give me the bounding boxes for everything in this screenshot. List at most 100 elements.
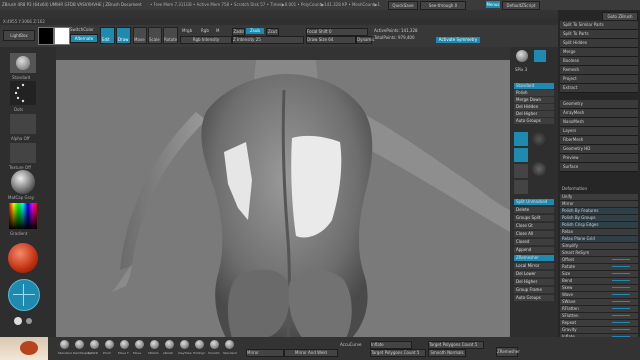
deformation-rflatten[interactable]: RFlatten [560, 306, 638, 313]
focal-shift-slider[interactable]: Focal Shift 0 [306, 28, 368, 36]
deformation-polish-by-features[interactable]: Polish By Features [560, 208, 638, 215]
mirror-button[interactable]: Mirror [246, 349, 284, 357]
z-intensity-slider[interactable]: Z Intensity 25 [232, 36, 304, 44]
draw-size-slider[interactable]: Draw Size 64 [306, 36, 356, 44]
tool-button-17[interactable]: Group Frame [514, 287, 554, 293]
brush-11[interactable]: Standard [223, 339, 237, 358]
deformation-repeat[interactable]: Repeat [560, 320, 638, 327]
move-button[interactable]: Move [133, 27, 147, 44]
target-count-slider[interactable]: Target Polygons Count 5 [370, 349, 426, 357]
alternate-button[interactable]: Alternate [70, 34, 98, 43]
tool-section-6[interactable]: Preview [560, 154, 638, 163]
tool-button-18[interactable]: Auto Groups [514, 295, 554, 301]
deformation-wave[interactable]: Wave [560, 292, 638, 299]
brush-4[interactable]: Move T [118, 339, 131, 358]
polymesh-thumb-icon[interactable] [534, 50, 546, 62]
brush-10[interactable]: Smooth [208, 339, 221, 358]
deformation-unify[interactable]: Unify [560, 194, 638, 201]
deformation-relax[interactable]: Relax [560, 229, 638, 236]
brush-5[interactable]: Move [133, 339, 146, 358]
brush-1[interactable]: DamDisplay [73, 339, 91, 358]
brush-6[interactable]: hPolish [148, 339, 161, 358]
material-sphere-icon[interactable] [11, 170, 35, 194]
tool-section-4[interactable]: FiberMesh [560, 136, 638, 145]
brush-9[interactable]: TrimDyn [193, 339, 206, 358]
subtool-op-0[interactable]: Merge [560, 48, 638, 57]
m-button[interactable]: M [216, 28, 219, 33]
menus-button[interactable]: Menus [486, 1, 500, 8]
tool-button-7[interactable]: Delete [514, 207, 554, 213]
tool-section-7[interactable]: Surface [560, 163, 638, 172]
main-color-swatch[interactable] [38, 27, 54, 45]
lsym-button[interactable] [514, 132, 528, 146]
tool-section-5[interactable]: Geometry HD [560, 145, 638, 154]
deformation-sflatten[interactable]: SFlatten [560, 313, 638, 320]
lightbox-button[interactable]: LightBox [3, 30, 35, 41]
viewport-canvas[interactable] [56, 60, 510, 339]
subtool-op-2[interactable]: Remesh [560, 66, 638, 75]
seethrough-slider[interactable]: See-through 0 [420, 1, 466, 10]
mirror-weld-button[interactable]: Mirror And Weld [284, 349, 338, 357]
default-script-button[interactable]: DefaultZScript [502, 1, 540, 10]
zremesher-button[interactable]: ZRemesher [496, 347, 520, 357]
tool-button-4[interactable]: Del Higher [514, 111, 554, 117]
activate-symmetry-button[interactable]: Activate Symmetry [436, 37, 480, 43]
red-material-sphere-icon[interactable] [8, 243, 38, 273]
tool-button-5[interactable]: Auto Groups [514, 118, 554, 124]
tool-button-3[interactable]: Del Hidden [514, 104, 554, 110]
deformation-polish-crisp-edges[interactable]: Polish Crisp Edges [560, 222, 638, 229]
brush-3[interactable]: Pinch [103, 339, 116, 358]
draw-button[interactable]: Draw [116, 27, 131, 44]
brush-2[interactable]: InflatD [88, 339, 101, 358]
deformation-offset[interactable]: Offset [560, 257, 638, 264]
brush-size-circle-icon[interactable] [8, 279, 40, 311]
tool-button-2[interactable]: Merge Down [514, 97, 554, 103]
deformation-polish-by-groups[interactable]: Polish By Groups [560, 215, 638, 222]
inflate-slider[interactable]: Inflate [370, 341, 412, 349]
tool-button-13[interactable]: ZRemesher [514, 255, 554, 261]
floor-button[interactable] [514, 164, 528, 178]
local-button[interactable] [514, 180, 528, 194]
tool-section-0[interactable]: Geometry [560, 100, 638, 109]
mesh-thumb-icon[interactable] [516, 50, 528, 62]
deformation-size[interactable]: Size [560, 271, 638, 278]
tool-button-14[interactable]: Local Mirror [514, 263, 554, 269]
tool-button-1[interactable]: Polish [514, 90, 554, 96]
goto-zbrush-button[interactable]: Goto ZBrush [602, 12, 638, 21]
deformation-simplify[interactable]: Simplify [560, 243, 638, 250]
brush-8[interactable]: ClayTube [178, 339, 192, 358]
brush-0[interactable]: Standard [58, 339, 72, 358]
tool-section-2[interactable]: NanoMesh [560, 118, 638, 127]
standard-brush-thumb[interactable] [10, 53, 36, 73]
subtool-op-4[interactable]: Extract [560, 84, 638, 93]
split-item-0[interactable]: Split To Similar Parts [560, 21, 638, 30]
brush-7[interactable]: sPolish [163, 339, 176, 358]
subtool-op-1[interactable]: Boolean [560, 57, 638, 66]
zcut-button[interactable]: Zcut [266, 28, 279, 36]
deformation-gravity[interactable]: Gravity [560, 327, 638, 334]
tool-button-10[interactable]: Close All [514, 231, 554, 237]
texture-thumb[interactable] [10, 143, 36, 163]
stroke-dots-thumb[interactable] [10, 81, 36, 105]
zsub-button[interactable]: Zsub [246, 28, 264, 34]
frame-icon[interactable] [532, 132, 546, 146]
split-item-2[interactable]: Split Hidden [560, 39, 638, 48]
accucurve-button[interactable]: AccuCurve [340, 342, 361, 347]
persp-button[interactable] [514, 148, 528, 162]
smooth-normals-button[interactable]: Smooth Normals [428, 349, 466, 357]
tool-button-11[interactable]: Closed [514, 239, 554, 245]
tool-section-1[interactable]: ArrayMesh [560, 109, 638, 118]
color-picker[interactable] [9, 203, 37, 229]
quicksave-button[interactable]: QuickSave [388, 1, 418, 10]
split-item-1[interactable]: Split To Parts [560, 30, 638, 39]
target-count-2-slider[interactable]: Target Polygons Count 5 [428, 341, 484, 349]
deformation-bend[interactable]: Bend [560, 278, 638, 285]
subtool-op-3[interactable]: Project [560, 75, 638, 84]
tool-button-12[interactable]: Append [514, 247, 554, 253]
secondary-color-swatch[interactable] [54, 27, 70, 45]
deformation-smart-resym[interactable]: Smart ReSym [560, 250, 638, 257]
rgb-intensity-slider[interactable]: Rgb Intensity [180, 36, 232, 44]
tool-button-9[interactable]: Close Gt [514, 223, 554, 229]
deformation-rotate[interactable]: Rotate [560, 264, 638, 271]
edit-button[interactable]: Edit [100, 27, 115, 44]
